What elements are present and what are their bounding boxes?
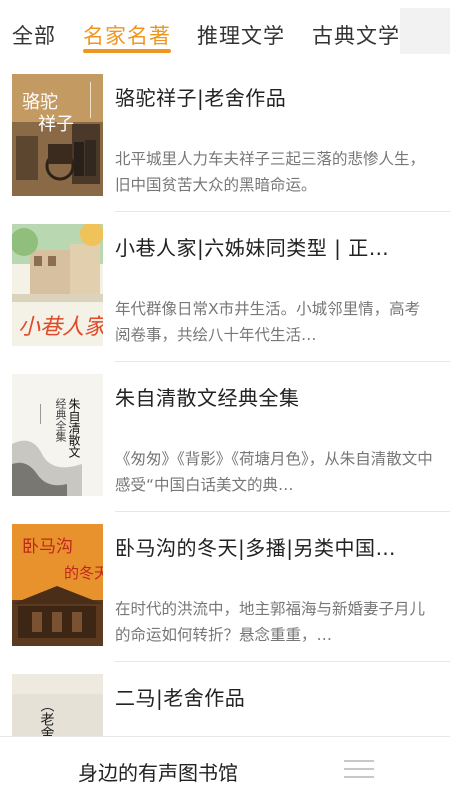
- book-cover: （老舍作: [12, 674, 103, 736]
- svg-text:经典全集: 经典全集: [54, 398, 67, 442]
- tab-mystery[interactable]: 推理文学: [197, 20, 285, 50]
- book-cover: 朱自清散文 经典全集: [12, 374, 103, 496]
- book-cover: 卧马沟 的冬天: [12, 524, 103, 646]
- book-title[interactable]: 卧马沟的冬天|多播|另类中国…: [115, 532, 415, 561]
- svg-text:小巷人家: 小巷人家: [18, 314, 103, 339]
- book-item[interactable]: 小巷人家 小巷人家|六姊妹同类型 | 正… 年代群像日常X市井生活。小城邻里情，…: [0, 212, 450, 362]
- book-item[interactable]: 朱自清散文 经典全集 朱自清散文经典全集 《匆匆》《背影》《荷塘月色》，从朱自清…: [0, 362, 450, 512]
- list-menu-icon[interactable]: [344, 758, 374, 780]
- bottom-bar: 身边的有声图书馆: [0, 736, 450, 800]
- book-title[interactable]: 二马|老舍作品: [115, 682, 415, 711]
- book-cover: 小巷人家: [12, 224, 103, 346]
- book-cover: 骆驼 祥子: [12, 74, 103, 196]
- category-tab-bar: 全部 名家名著 推理文学 古典文学: [0, 0, 450, 62]
- library-title: 身边的有声图书馆: [78, 761, 238, 785]
- book-description: 年代群像日常X市井生活。小城邻里情，高考阅卷事，共绘八十年代生活…: [115, 300, 421, 344]
- svg-text:卧马沟: 卧马沟: [22, 537, 73, 556]
- tab-famous-works[interactable]: 名家名著: [83, 20, 171, 50]
- book-description: 北平城里人力车夫祥子三起三落的悲惨人生，旧中国贫苦大众的黑暗命运。: [115, 150, 426, 194]
- book-title[interactable]: 朱自清散文经典全集: [115, 382, 415, 411]
- tab-overflow-fade: [400, 8, 450, 54]
- svg-text:朱自清散文: 朱自清散文: [67, 398, 81, 458]
- book-title[interactable]: 小巷人家|六姊妹同类型 | 正…: [115, 232, 415, 261]
- book-description: 《匆匆》《背影》《荷塘月色》，从朱自清散文中感受“中国白话美文的典…: [115, 450, 433, 494]
- book-list: 骆驼 祥子 骆驼祥子|老舍作品 北平城里人力车夫祥子三起三落的悲惨人生，旧中国贫…: [0, 62, 450, 736]
- book-item[interactable]: （老舍作 二马|老舍作品: [0, 662, 450, 736]
- book-item[interactable]: 卧马沟 的冬天 卧马沟的冬天|多播|另类中国… 在时代的洪流中，地主郭福海与新婚…: [0, 512, 450, 662]
- active-tab-indicator: [83, 49, 171, 53]
- svg-text:（老舍作: （老舍作: [39, 698, 55, 736]
- tab-all[interactable]: 全部: [12, 20, 56, 50]
- tab-classical[interactable]: 古典文学: [312, 20, 400, 50]
- svg-text:的冬天: 的冬天: [64, 565, 103, 582]
- book-item[interactable]: 骆驼 祥子 骆驼祥子|老舍作品 北平城里人力车夫祥子三起三落的悲惨人生，旧中国贫…: [0, 62, 450, 212]
- cover-title: 骆驼: [22, 92, 58, 112]
- svg-text:祥子: 祥子: [38, 114, 74, 134]
- book-title[interactable]: 骆驼祥子|老舍作品: [115, 82, 415, 111]
- book-description: 在时代的洪流中，地主郭福海与新婚妻子月儿的命运如何转折？悬念重重，…: [115, 600, 426, 644]
